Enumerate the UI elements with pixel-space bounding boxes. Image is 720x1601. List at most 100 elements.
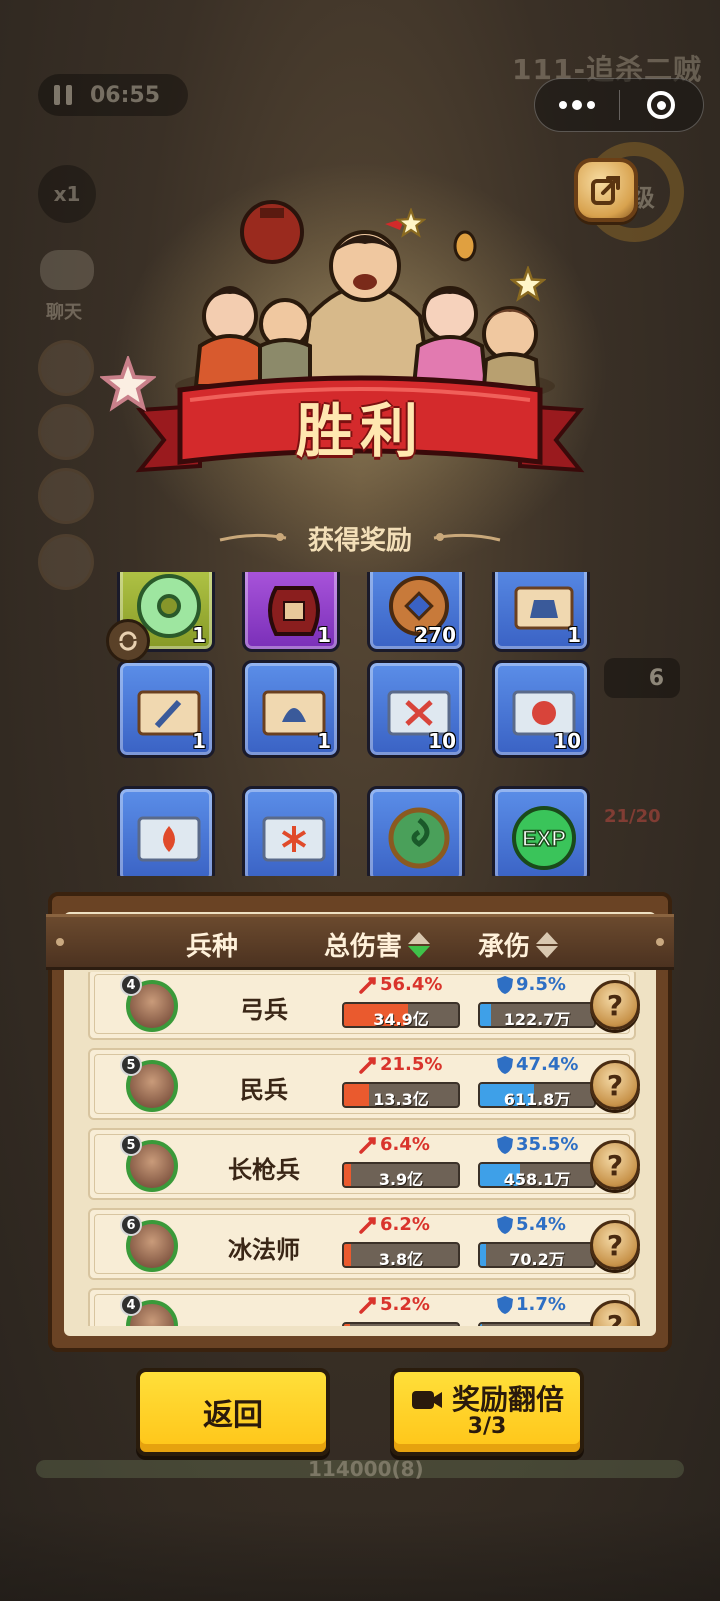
unit-help-button[interactable]: ? bbox=[590, 1140, 640, 1190]
star-icon bbox=[100, 356, 156, 412]
damage-bar-fill bbox=[344, 1324, 350, 1326]
taken-percent-value: 5.4% bbox=[516, 1214, 566, 1235]
exchange-badge bbox=[106, 619, 150, 663]
damage-value: 3.8亿 bbox=[378, 1250, 424, 1268]
unit-level-badge: 4 bbox=[120, 1294, 142, 1316]
taken-percent: 35.5% bbox=[496, 1134, 578, 1155]
stats-list[interactable]: 4 弓兵 56.4% 34.9亿 9.5% 122.7万? 5 民兵 21.5% 13.3亿 47.… bbox=[70, 972, 650, 1326]
fire-scroll-icon bbox=[137, 816, 201, 862]
refresh-icon bbox=[119, 631, 137, 651]
taken-percent: 47.4% bbox=[496, 1054, 578, 1075]
reward-item[interactable]: EXP bbox=[492, 786, 590, 876]
damage-percent: 56.4% bbox=[358, 974, 442, 995]
taken-value: 611.8万 bbox=[503, 1090, 571, 1108]
reward-item[interactable]: 1 bbox=[117, 660, 215, 758]
taken-percent: 9.5% bbox=[496, 974, 566, 995]
damage-percent: 6.2% bbox=[358, 1214, 430, 1235]
reward-item[interactable] bbox=[367, 786, 465, 876]
reward-title: 获得奖励 bbox=[307, 525, 412, 556]
unit-help-button[interactable]: ? bbox=[590, 1060, 640, 1110]
unit-level-badge: 4 bbox=[120, 974, 142, 996]
damage-percent-value: 56.4% bbox=[380, 974, 443, 995]
reward-item[interactable]: 1 bbox=[492, 572, 590, 652]
shield-icon bbox=[497, 975, 513, 994]
damage-percent-value: 6.2% bbox=[380, 1214, 430, 1235]
taken-bar: 458.1万 bbox=[478, 1162, 596, 1188]
damage-percent-value: 21.5% bbox=[380, 1054, 443, 1075]
sword-icon bbox=[359, 1296, 376, 1314]
taken-bar: 122.7万 bbox=[478, 1002, 596, 1028]
unit-name: 长枪兵 bbox=[228, 1156, 300, 1184]
victory-title: 胜利 bbox=[295, 397, 424, 465]
damage-percent: 5.2% bbox=[358, 1294, 430, 1315]
reward-item[interactable]: 1 bbox=[242, 572, 340, 652]
unit-name: 弓兵 bbox=[240, 996, 288, 1024]
unit-stat-row: 6 冰法师 6.2% 3.8亿 5.4% 70.2万? bbox=[88, 1208, 640, 1280]
unit-help-button[interactable]: ? bbox=[590, 1300, 640, 1326]
pause-icon bbox=[50, 82, 76, 108]
taken-bar: 70.2万 bbox=[478, 1242, 596, 1268]
score-text: 114000(8) bbox=[308, 1457, 424, 1481]
damage-value: 13.3亿 bbox=[373, 1090, 429, 1108]
damage-value: 34.9亿 bbox=[373, 1010, 429, 1028]
unit-help-button[interactable]: ? bbox=[590, 980, 640, 1030]
double-reward-button[interactable]: 奖励翻倍 3/3 bbox=[390, 1368, 584, 1456]
chat-bubble-icon bbox=[40, 250, 94, 290]
damage-percent-value: 5.2% bbox=[380, 1294, 430, 1315]
star-icon bbox=[396, 208, 426, 238]
taken-value: 122.7万 bbox=[503, 1010, 571, 1028]
speed-toggle: x1 bbox=[38, 165, 96, 223]
reward-item[interactable] bbox=[117, 786, 215, 876]
right-swirl-icon bbox=[433, 533, 501, 542]
sort-taken-button[interactable]: 承伤 bbox=[478, 926, 559, 963]
taken-bar-fill bbox=[480, 1324, 482, 1326]
battle-timer: 06:55 bbox=[38, 74, 188, 116]
reward-item[interactable]: 1 bbox=[242, 660, 340, 758]
hero-avatar bbox=[38, 340, 94, 396]
damage-percent-value: 6.4% bbox=[380, 1134, 430, 1155]
shield-icon bbox=[497, 1295, 513, 1314]
shield-icon bbox=[497, 1135, 513, 1154]
taken-value: 458.1万 bbox=[503, 1170, 571, 1188]
hero-avatar bbox=[38, 404, 94, 460]
sword-icon bbox=[359, 1136, 376, 1154]
sort-arrows-icon bbox=[408, 931, 431, 958]
jade-swirl-icon bbox=[388, 807, 450, 869]
damage-value: 3.9亿 bbox=[378, 1170, 424, 1188]
close-miniprogram-button[interactable] bbox=[620, 79, 704, 131]
reward-item[interactable]: 10 bbox=[367, 660, 465, 758]
reward-item[interactable]: 10 bbox=[492, 660, 590, 758]
taken-percent-value: 47.4% bbox=[516, 1054, 579, 1075]
unit-name: 冰法师 bbox=[228, 1236, 300, 1264]
taken-value: 70.2万 bbox=[509, 1250, 565, 1268]
more-options-button[interactable] bbox=[535, 79, 619, 131]
unit-level-badge: 6 bbox=[120, 1214, 142, 1236]
sword-icon bbox=[359, 1056, 376, 1074]
unit-help-button[interactable]: ? bbox=[590, 1220, 640, 1270]
star-icon bbox=[510, 266, 546, 302]
shield-icon bbox=[497, 1055, 513, 1074]
sort-damage-button[interactable]: 总伤害 bbox=[324, 926, 431, 963]
col-taken-header: 承伤 bbox=[478, 932, 531, 962]
taken-percent-value: 1.7% bbox=[516, 1294, 566, 1315]
reward-grid[interactable]: 1 1 270 1 1 1 10 10 EXP bbox=[100, 572, 620, 876]
damage-bar bbox=[342, 1322, 460, 1326]
stats-header: 兵种 总伤害 承伤 bbox=[46, 914, 674, 970]
exp-orb-icon: EXP bbox=[512, 806, 576, 870]
taken-bar: 611.8万 bbox=[478, 1082, 596, 1108]
bottom-clouds bbox=[0, 1510, 720, 1601]
back-button[interactable]: 返回 bbox=[136, 1368, 330, 1456]
back-button-label: 返回 bbox=[203, 1398, 263, 1433]
double-reward-count: 3/3 bbox=[467, 1414, 507, 1440]
damage-percent: 21.5% bbox=[358, 1054, 442, 1075]
unit-stat-row: 5 民兵 21.5% 13.3亿 47.4% 611.8万? bbox=[88, 1048, 640, 1120]
reward-item[interactable] bbox=[242, 786, 340, 876]
taken-bar bbox=[478, 1322, 596, 1326]
hero-avatar bbox=[38, 534, 94, 590]
reward-item[interactable]: 270 bbox=[367, 572, 465, 652]
damage-bar: 3.8亿 bbox=[342, 1242, 460, 1268]
damage-bar: 13.3亿 bbox=[342, 1082, 460, 1108]
video-camera-icon bbox=[411, 1390, 442, 1409]
damage-bar: 34.9亿 bbox=[342, 1002, 460, 1028]
double-reward-label: 奖励翻倍 bbox=[451, 1382, 564, 1416]
